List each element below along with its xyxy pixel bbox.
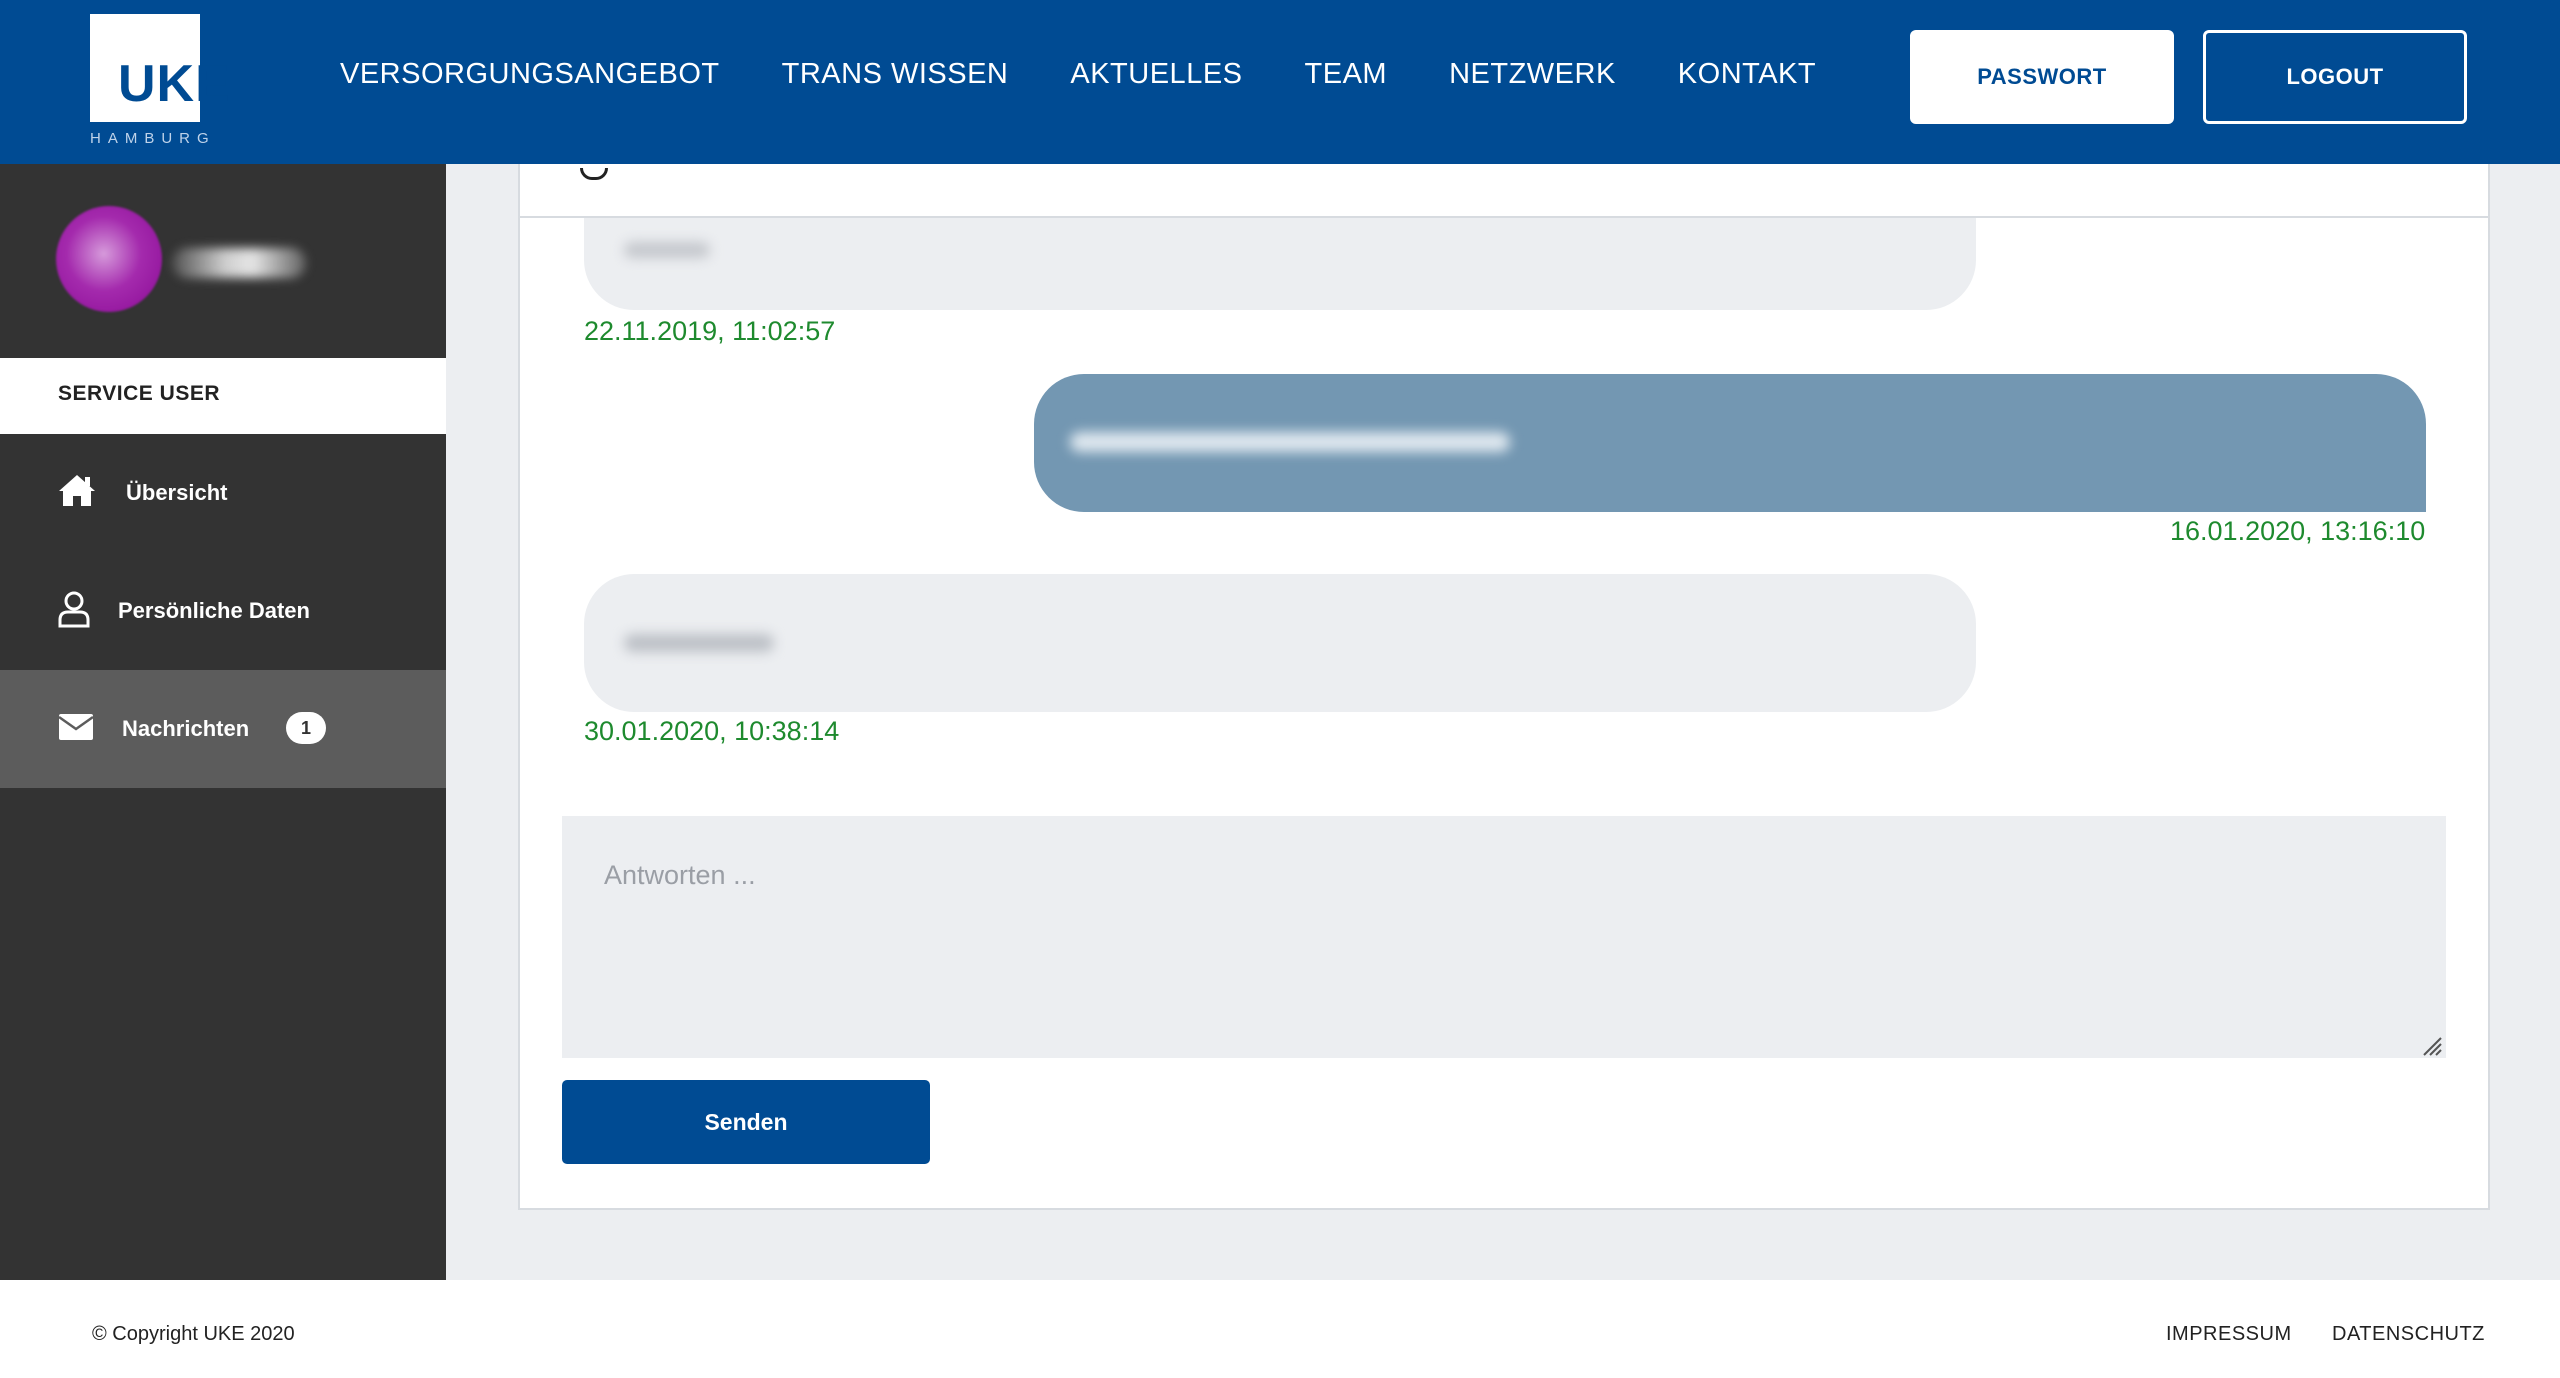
- send-button[interactable]: Senden: [562, 1080, 930, 1164]
- message-timestamp: 22.11.2019, 11:02:57: [584, 316, 836, 346]
- nav-kontakt[interactable]: KONTAKT: [1678, 58, 1816, 91]
- unread-badge: 1: [286, 712, 326, 744]
- message-text-redacted: [624, 242, 710, 258]
- message-text-redacted: [1070, 432, 1510, 452]
- resize-grip-icon[interactable]: [2420, 1034, 2442, 1056]
- sidebar-item-label: Persönliche Daten: [118, 598, 310, 623]
- main-nav: VERSORGUNGSANGEBOT TRANS WISSEN AKTUELLE…: [340, 58, 1816, 91]
- nav-team[interactable]: TEAM: [1305, 58, 1388, 91]
- copyright-text: © Copyright UKE 2020: [92, 1323, 295, 1345]
- reply-textarea[interactable]: [562, 816, 2446, 1058]
- message-timestamp: 16.01.2020, 13:16:10: [2170, 516, 2426, 546]
- sidebar-item-persoenliche-daten[interactable]: Persönliche Daten: [0, 552, 446, 670]
- top-header: UKE HAMBURG VERSORGUNGSANGEBOT TRANS WIS…: [0, 0, 2560, 164]
- logo-text: UKE: [118, 55, 231, 113]
- logout-button[interactable]: LOGOUT: [2203, 30, 2467, 124]
- profile-block: [0, 164, 446, 358]
- sidebar-item-uebersicht[interactable]: Übersicht: [0, 434, 446, 552]
- nav-aktuelles[interactable]: AKTUELLES: [1070, 58, 1242, 91]
- nav-versorgungsangebot[interactable]: VERSORGUNGSANGEBOT: [340, 58, 720, 91]
- footer-link-impressum[interactable]: IMPRESSUM: [2166, 1323, 2292, 1346]
- role-label: SERVICE USER: [58, 382, 220, 405]
- uke-logo[interactable]: UKE HAMBURG: [90, 14, 230, 148]
- message-thread-card: 22.11.2019, 11:02:57 16.01.2020, 13:16:1…: [518, 164, 2490, 1210]
- user-icon: [58, 590, 96, 628]
- message-bubble-outgoing: [1034, 374, 2426, 512]
- sidebar-item-nachrichten[interactable]: Nachrichten 1: [0, 670, 446, 788]
- profile-name-redacted: [172, 248, 306, 278]
- home-icon: [58, 472, 96, 510]
- message-bubble-incoming: [584, 574, 1976, 712]
- envelope-icon: [58, 708, 96, 746]
- sidebar-item-label: Nachrichten: [122, 716, 250, 741]
- nav-netzwerk[interactable]: NETZWERK: [1449, 58, 1616, 91]
- thread-header: [520, 164, 2488, 218]
- message-bubble-incoming: [584, 218, 1976, 310]
- message-text-redacted: [624, 634, 774, 652]
- logo-subtitle: HAMBURG: [90, 130, 216, 147]
- role-bar: SERVICE USER: [0, 358, 446, 434]
- message-timestamp: 30.01.2020, 10:38:14: [584, 716, 840, 746]
- footer: © Copyright UKE 2020 IMPRESSUM DATENSCHU…: [0, 1280, 2560, 1378]
- password-button[interactable]: PASSWORT: [1910, 30, 2174, 124]
- sidebar: SERVICE USER Übersicht Persönliche Daten…: [0, 164, 446, 1280]
- avatar: [56, 206, 162, 312]
- thread-header-icon: [580, 168, 608, 180]
- footer-link-datenschutz[interactable]: DATENSCHUTZ: [2332, 1323, 2485, 1346]
- nav-trans-wissen[interactable]: TRANS WISSEN: [782, 58, 1009, 91]
- sidebar-item-label: Übersicht: [126, 480, 228, 505]
